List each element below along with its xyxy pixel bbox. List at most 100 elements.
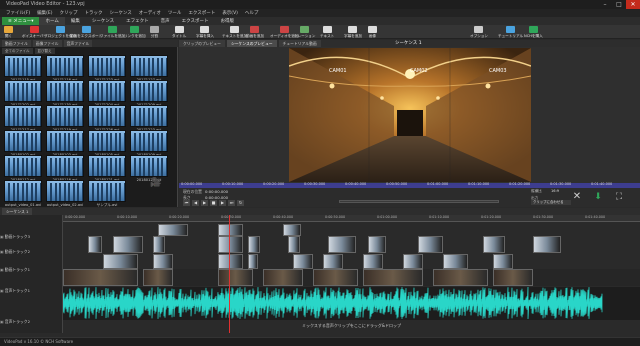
go-end-icon[interactable]: ⏭: [228, 200, 235, 206]
toolbar-button-7[interactable]: タイトル: [172, 25, 186, 39]
timeline-clip[interactable]: [158, 224, 188, 236]
menu-edit[interactable]: 編集(E): [37, 10, 52, 16]
timeline-clip[interactable]: [363, 254, 383, 269]
track-header[interactable]: ▣ 動画トラック3: [0, 234, 63, 240]
media-clip[interactable]: output_video_01.avi: [4, 180, 42, 209]
timeline-clip[interactable]: [263, 269, 303, 286]
menu-view[interactable]: 表示(V): [222, 10, 238, 16]
minimize-icon[interactable]: –: [598, 0, 612, 9]
timeline-clip[interactable]: [483, 236, 505, 253]
split-icon[interactable]: ✕: [571, 191, 583, 203]
tab-effects[interactable]: エフェクト: [120, 17, 155, 25]
timeline-clip[interactable]: [153, 236, 165, 253]
output-select[interactable]: クリップに合わせる: [531, 200, 571, 205]
toolbar-button-16[interactable]: オプション: [470, 25, 488, 39]
timeline-ruler[interactable]: 0:00:00.000 0:00:10.000 0:00:20.000 0:00:30…: [63, 215, 640, 222]
menu-export[interactable]: エクスポート: [188, 10, 215, 16]
timeline-clip[interactable]: [328, 236, 356, 253]
toolbar-button-12[interactable]: ナレーション: [294, 25, 316, 39]
tab-export[interactable]: エクスポート: [176, 17, 215, 25]
toolbar-button-18[interactable]: NCHを購入: [524, 25, 543, 39]
tab-sequence-preview[interactable]: シーケンスのプレビュー: [226, 40, 277, 47]
timeline-clip[interactable]: [88, 236, 102, 253]
tab-tutorial-video[interactable]: チュートリアル動画: [278, 40, 321, 47]
track-header[interactable]: ▣ 動画トラック2: [0, 249, 63, 255]
timeline-clip[interactable]: [248, 236, 260, 253]
menu-help[interactable]: ヘルプ: [245, 10, 259, 16]
loop-icon[interactable]: ↻: [237, 200, 244, 206]
timeline-clip[interactable]: [113, 236, 143, 253]
track-header[interactable]: ▣ 動画トラック1: [0, 267, 63, 273]
tab-home[interactable]: ホーム: [39, 17, 65, 25]
timeline-clip[interactable]: [293, 254, 313, 269]
tab-audio-files[interactable]: 音声ファイル: [63, 40, 93, 47]
timeline-clip[interactable]: [323, 254, 343, 269]
timeline-clip[interactable]: [248, 254, 258, 269]
menu-file[interactable]: ファイル(F): [6, 10, 30, 16]
toolbar-button-14[interactable]: 字幕を追加: [344, 25, 362, 39]
toolbar-button-8[interactable]: 字幕を挿入: [196, 25, 214, 39]
toolbar-button-17[interactable]: チュートリアル: [498, 25, 523, 39]
menu-clip[interactable]: クリップ: [59, 10, 77, 16]
timeline-clip[interactable]: [103, 254, 138, 269]
timeline-clip[interactable]: [368, 236, 386, 253]
ratio-value[interactable]: 16:9: [551, 189, 559, 193]
play-icon[interactable]: ▶: [201, 200, 208, 206]
filter-all-button[interactable]: 全てのファイル: [2, 48, 33, 54]
export-icon[interactable]: ⬇: [592, 191, 604, 203]
main-menu-button[interactable]: ≡ メニュー▾: [2, 17, 40, 25]
toolbar-button-13[interactable]: テキスト: [320, 25, 334, 39]
tab-sequence-1[interactable]: シーケンス 1: [2, 208, 33, 215]
timeline-clip[interactable]: [143, 269, 173, 286]
timeline-clip[interactable]: [218, 254, 243, 269]
fullscreen-icon[interactable]: ⛶: [613, 191, 625, 203]
step-forward-icon[interactable]: ▶: [219, 200, 226, 206]
toolbar-button-5[interactable]: リンクを追加: [124, 25, 146, 39]
tab-clip-preview[interactable]: クリップのプレビュー: [179, 40, 225, 47]
go-start-icon[interactable]: ⏮: [183, 200, 190, 206]
menu-track[interactable]: トラック: [84, 10, 102, 16]
audio-track-waveform[interactable]: [63, 287, 640, 320]
volume-slider[interactable]: [339, 200, 499, 203]
tab-edit[interactable]: 編集: [65, 17, 86, 25]
tab-deals[interactable]: お得版: [215, 17, 241, 25]
timeline-clip[interactable]: [493, 254, 513, 269]
tab-image-files[interactable]: 画像ファイル: [32, 40, 62, 47]
maximize-icon[interactable]: □: [612, 0, 626, 9]
timeline-clip[interactable]: [313, 269, 358, 286]
timeline-clip[interactable]: [153, 254, 173, 269]
timeline-clip[interactable]: [363, 269, 423, 286]
track-header[interactable]: ▣ 音声トラック2: [0, 319, 63, 325]
menu-audio[interactable]: オーディオ: [139, 10, 161, 16]
step-back-icon[interactable]: ◀: [192, 200, 199, 206]
timeline-clip[interactable]: [283, 224, 301, 236]
timeline-clip[interactable]: [418, 236, 443, 253]
media-clip[interactable]: サンプル.avi: [88, 180, 126, 209]
timeline-clip[interactable]: [403, 254, 423, 269]
timeline-clip[interactable]: [493, 269, 533, 286]
sort-button[interactable]: 並び替え: [34, 48, 55, 54]
tab-video-files[interactable]: 動画ファイル: [2, 40, 31, 47]
timeline-clip[interactable]: [433, 269, 488, 286]
toolbar-button-4[interactable]: ファイルを追加: [100, 25, 125, 39]
toolbar-button-3[interactable]: 動画をエクスポート: [70, 25, 102, 39]
menu-sequence[interactable]: シーケンス: [109, 10, 131, 16]
timeline-clip[interactable]: [533, 236, 561, 253]
toolbar-button-15[interactable]: 画像: [368, 25, 377, 39]
toolbar-button-6[interactable]: 分割: [150, 25, 159, 39]
toolbar-button-9[interactable]: テキストを追加: [222, 25, 247, 39]
menu-tools[interactable]: ツール: [168, 10, 182, 16]
tab-sequence[interactable]: シーケンス: [86, 17, 120, 25]
media-clip[interactable]: output_video_02.avi: [46, 180, 84, 209]
tab-audio[interactable]: 音声: [155, 17, 176, 25]
toolbar-button-0[interactable]: 開く: [4, 25, 13, 39]
video-preview[interactable]: CAM01 CAM02 CAM03: [289, 48, 531, 182]
timeline-clip[interactable]: [218, 236, 243, 253]
track-header[interactable]: ▣ 音声トラック1: [0, 288, 63, 294]
timeline-clip[interactable]: [218, 269, 253, 286]
timeline-clip[interactable]: [288, 236, 300, 253]
stop-icon[interactable]: ■: [210, 200, 217, 206]
toolbar-button-10[interactable]: 動画を追加: [246, 25, 264, 39]
close-icon[interactable]: ✕: [626, 0, 640, 9]
playhead[interactable]: [229, 215, 230, 333]
